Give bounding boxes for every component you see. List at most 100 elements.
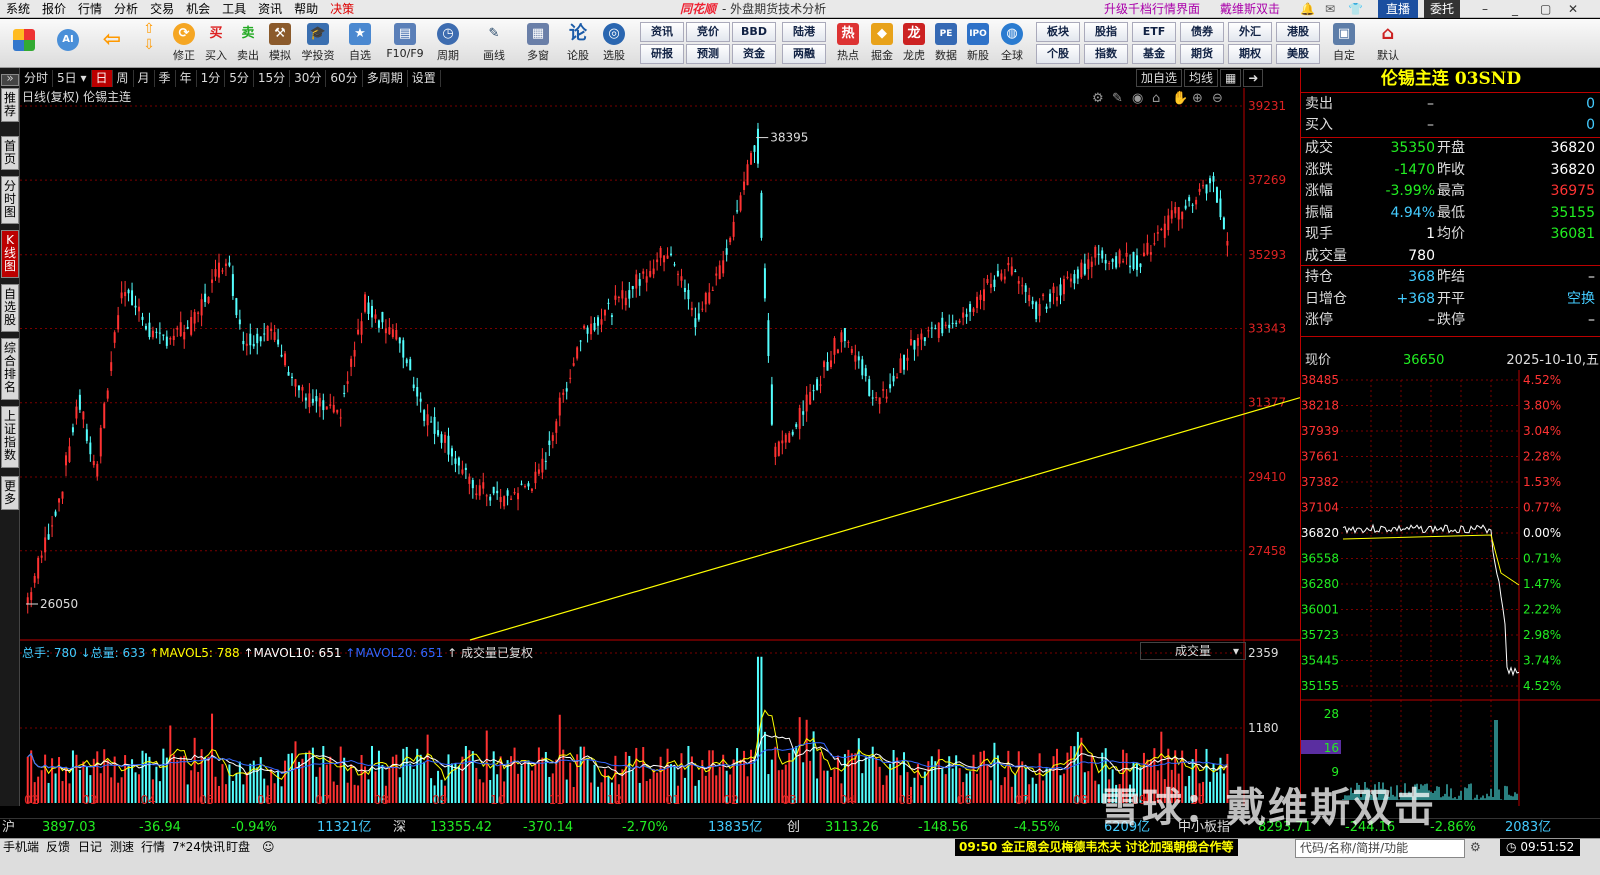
fix-button[interactable]: ⟳ 修正 bbox=[166, 21, 202, 67]
buy-button[interactable]: 买买入 bbox=[198, 21, 234, 67]
bottom-tab-feedback[interactable]: 反馈 bbox=[46, 839, 70, 856]
period-intraday[interactable]: 分时 bbox=[20, 69, 54, 87]
grid-news[interactable]: 资讯 bbox=[640, 22, 684, 42]
tab-sh-index[interactable]: 上证指数 bbox=[1, 406, 19, 468]
collapse-icon[interactable]: » bbox=[1, 72, 19, 86]
default-button[interactable]: ⌂ 默认 bbox=[1370, 21, 1406, 67]
chart-draw-icon[interactable]: ✎ bbox=[1112, 91, 1123, 106]
chart-pan-icon[interactable]: ✋ bbox=[1172, 90, 1188, 106]
period-5day[interactable]: 5日 ▾ bbox=[53, 69, 92, 87]
global-button[interactable]: ◍ 全球 bbox=[994, 21, 1030, 67]
period-15min[interactable]: 15分 bbox=[254, 69, 291, 87]
down-arrow-icon[interactable]: ⇩ bbox=[136, 37, 162, 53]
user-name[interactable]: 戴维斯双击 bbox=[1220, 0, 1280, 18]
up-arrow-icon[interactable]: ⇧ bbox=[136, 21, 162, 37]
hot-button[interactable]: 热热点 bbox=[830, 21, 866, 67]
bottom-tab-flash[interactable]: 7*24快讯 bbox=[172, 839, 225, 856]
grid-hk-connect[interactable]: 陆港 bbox=[782, 22, 826, 42]
grid-index-fut[interactable]: 股指 bbox=[1084, 22, 1128, 42]
bottom-tab-mobile[interactable]: 手机端 bbox=[3, 839, 39, 856]
sz-value[interactable]: 13355.42 bbox=[430, 819, 492, 837]
indicator-selector[interactable]: 成交量 ▾ bbox=[1140, 642, 1246, 660]
grid-hk-stock[interactable]: 港股 bbox=[1276, 22, 1320, 42]
menu-news[interactable]: 资讯 bbox=[252, 0, 288, 18]
sh-value[interactable]: 3897.03 bbox=[42, 819, 96, 837]
grid-fund[interactable]: 基金 bbox=[1132, 44, 1176, 64]
grid-options[interactable]: 期权 bbox=[1228, 44, 1272, 64]
close-icon[interactable]: ✕ bbox=[1568, 0, 1578, 18]
shirt-icon[interactable]: 👕 bbox=[1348, 0, 1363, 18]
menu-market[interactable]: 行情 bbox=[72, 0, 108, 18]
menu-system[interactable]: 系统 bbox=[0, 0, 36, 18]
chart-settings-icon[interactable]: ⚙ bbox=[1092, 91, 1104, 106]
live-button[interactable]: 直播 bbox=[1378, 0, 1419, 18]
chart-home-icon[interactable]: ⌂ bbox=[1152, 91, 1160, 106]
period-day[interactable]: 日 bbox=[91, 69, 113, 87]
watchlist-button[interactable]: ★ 自选 bbox=[342, 21, 378, 67]
period-settings[interactable]: 设置 bbox=[408, 69, 441, 87]
period-button[interactable]: ◷ 周期 bbox=[430, 21, 466, 67]
back-button[interactable]: ⇦ bbox=[94, 21, 130, 67]
period-60min[interactable]: 60分 bbox=[326, 69, 363, 87]
sell-button[interactable]: 卖卖出 bbox=[230, 21, 266, 67]
menu-tools[interactable]: 工具 bbox=[216, 0, 252, 18]
bottom-tab-diary[interactable]: 日记 bbox=[78, 839, 102, 856]
menu-trade[interactable]: 交易 bbox=[144, 0, 180, 18]
grid-research[interactable]: 研报 bbox=[640, 44, 684, 64]
zoom-in-icon[interactable]: ⊕ bbox=[1192, 91, 1203, 106]
period-multi[interactable]: 多周期 bbox=[363, 69, 408, 87]
tab-recommend[interactable]: 推荐 bbox=[1, 88, 19, 122]
screener-button[interactable]: ◎ 选股 bbox=[596, 21, 632, 67]
chart-eye-icon[interactable]: ◉ bbox=[1132, 91, 1143, 106]
up-down-buttons[interactable]: ⇧ ⇩ bbox=[136, 21, 162, 67]
menu-quote[interactable]: 报价 bbox=[36, 0, 72, 18]
ai-button[interactable]: AI bbox=[50, 21, 86, 67]
tab-watchlist[interactable]: 自选股 bbox=[1, 284, 19, 332]
settings-icon[interactable]: ⚙ bbox=[1470, 839, 1481, 856]
tab-more[interactable]: 更多 bbox=[1, 476, 19, 510]
kline-chart[interactable]: 3923137269352933334331377294102745838395… bbox=[20, 88, 1300, 806]
ipo-button[interactable]: IPO 新股 bbox=[960, 21, 996, 67]
grid-forecast[interactable]: 预测 bbox=[686, 44, 730, 64]
grid-margin[interactable]: 两融 bbox=[782, 44, 826, 64]
forum-button[interactable]: 论论股 bbox=[560, 21, 596, 67]
tab-home[interactable]: 首页 bbox=[1, 136, 19, 170]
simulate-button[interactable]: ⚒ 模拟 bbox=[262, 21, 298, 67]
period-week[interactable]: 周 bbox=[113, 69, 134, 87]
grid-auction[interactable]: 竞价 bbox=[686, 22, 730, 42]
f10-button[interactable]: ▤ F10/F9 bbox=[384, 21, 426, 67]
bottom-tab-market[interactable]: 行情 bbox=[141, 839, 165, 856]
grid-futures[interactable]: 期货 bbox=[1180, 44, 1224, 64]
exit-icon[interactable]: ➜ bbox=[1243, 69, 1264, 87]
cy-value[interactable]: 3113.26 bbox=[825, 819, 879, 837]
gold-button[interactable]: ◆ 掘金 bbox=[864, 21, 900, 67]
menu-opportunity[interactable]: 机会 bbox=[180, 0, 216, 18]
grid-fx[interactable]: 外汇 bbox=[1228, 22, 1272, 42]
grid-sector[interactable]: 板块 bbox=[1036, 22, 1080, 42]
menu-help[interactable]: 帮助 bbox=[288, 0, 324, 18]
tab-intraday[interactable]: 分时图 bbox=[1, 176, 19, 224]
period-year[interactable]: 年 bbox=[176, 69, 197, 87]
news-ticker[interactable]: 09:50 金正恩会见梅德韦杰夫 讨论加强朝俄合作等 bbox=[955, 839, 1238, 856]
zoom-out-icon[interactable]: ⊖ bbox=[1212, 91, 1223, 106]
period-1min[interactable]: 1分 bbox=[197, 69, 226, 87]
grid-bbd[interactable]: BBD bbox=[732, 22, 776, 42]
email-icon[interactable]: ✉ bbox=[1325, 0, 1335, 18]
menu-analysis[interactable]: 分析 bbox=[108, 0, 144, 18]
grid-us-stock[interactable]: 美股 bbox=[1276, 44, 1320, 64]
learn-button[interactable]: 🎓 学投资 bbox=[298, 21, 338, 67]
period-quarter[interactable]: 季 bbox=[155, 69, 176, 87]
data-button[interactable]: PE 数据 bbox=[928, 21, 964, 67]
custom-button[interactable]: ▣ 自定 bbox=[1326, 21, 1362, 67]
maximize-icon[interactable]: ▢ bbox=[1540, 0, 1551, 18]
menu-decision[interactable]: 决策 bbox=[324, 0, 360, 18]
windows-button[interactable] bbox=[6, 21, 42, 67]
search-input[interactable]: 代码/名称/简拼/功能 bbox=[1295, 839, 1465, 858]
grid-layout-icon[interactable]: ▦ bbox=[1220, 69, 1242, 87]
bottom-tab-watch[interactable]: 盯盘 bbox=[226, 839, 250, 856]
period-30min[interactable]: 30分 bbox=[290, 69, 327, 87]
delegate-button[interactable]: 委托 bbox=[1424, 0, 1461, 18]
help-icon[interactable]: – bbox=[1482, 0, 1488, 18]
grid-stock[interactable]: 个股 bbox=[1036, 44, 1080, 64]
upgrade-link[interactable]: 升级千档行情界面 bbox=[1104, 0, 1200, 18]
